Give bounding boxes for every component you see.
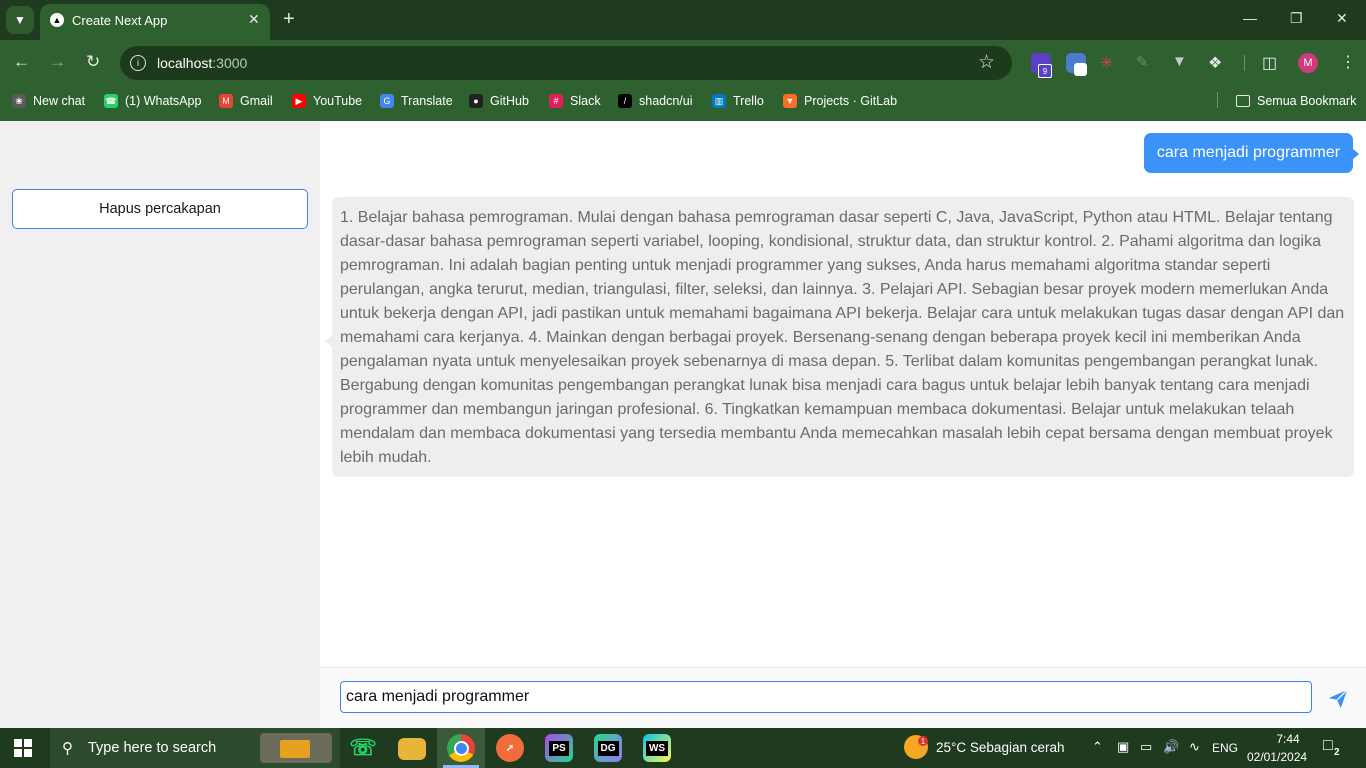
bookmark-label: New chat	[33, 94, 86, 108]
whatsapp-taskbar-icon[interactable]: ☏	[349, 734, 377, 762]
volume-icon[interactable]: 🔊	[1163, 739, 1179, 755]
message-input[interactable]	[340, 681, 1312, 713]
notification-count-badge: 2	[1334, 747, 1340, 758]
close-tab-icon[interactable]: ✕	[248, 11, 260, 28]
vue-extension-icon[interactable]: ▼	[1172, 53, 1192, 73]
assistant-message-text: 1. Belajar bahasa pemrograman. Mulai den…	[340, 209, 1345, 466]
reload-icon[interactable]: ↻	[86, 52, 100, 72]
bookmark-star-icon[interactable]: ☆	[978, 51, 995, 74]
wifi-icon[interactable]: ∿	[1189, 739, 1200, 755]
bookmark-item[interactable]: ❀ New chat	[12, 92, 85, 110]
extensions-puzzle-icon[interactable]: ❖	[1208, 53, 1228, 73]
toolbar-divider	[1244, 55, 1245, 71]
webstorm-taskbar-icon[interactable]: WS	[643, 734, 671, 762]
bookmark-item[interactable]: ▥ Trello	[712, 92, 764, 110]
translate-icon: G	[380, 94, 394, 108]
bookmark-label: Trello	[733, 94, 764, 108]
slack-icon: #	[549, 94, 563, 108]
windows-start-icon[interactable]	[14, 739, 32, 757]
bookmark-label: YouTube	[313, 94, 363, 108]
bookmarks-folder-label: Semua Bookmark	[1257, 94, 1357, 108]
eye-slash-extension-icon[interactable]: ✳	[1100, 53, 1120, 73]
language-indicator[interactable]: ENG	[1212, 741, 1238, 755]
notification-center-icon[interactable]: □	[1323, 737, 1333, 755]
bookmark-label: (1) WhatsApp	[125, 94, 202, 108]
taskbar-search-placeholder: Type here to search	[88, 740, 217, 756]
more-menu-icon[interactable]: ⋮	[1340, 52, 1356, 72]
openai-icon: ❀	[12, 94, 26, 108]
clear-conversation-button[interactable]: Hapus percakapan	[12, 189, 308, 229]
bookmark-label: Projects · GitLab	[804, 94, 898, 108]
gitlab-icon: ▼	[783, 94, 797, 108]
back-arrow-icon[interactable]: ←	[13, 52, 30, 72]
bookmark-label: GitHub	[490, 94, 529, 108]
url-text[interactable]: localhost:3000	[157, 55, 247, 71]
extension-badge: 9	[1038, 64, 1052, 78]
github-icon: ●	[469, 94, 483, 108]
side-panel-icon[interactable]: ◫	[1262, 53, 1282, 73]
forward-arrow-icon[interactable]: →	[49, 52, 66, 72]
battery-icon[interactable]: ▭	[1140, 739, 1152, 755]
gmail-icon: M	[219, 94, 233, 108]
restore-window-icon[interactable]: ❐	[1290, 10, 1303, 27]
bookmarks-divider	[1217, 92, 1218, 108]
bookmark-item[interactable]: / shadcn/ui	[618, 92, 693, 110]
chevron-down-icon: ▼	[14, 13, 26, 27]
all-bookmarks-folder[interactable]: Semua Bookmark	[1236, 92, 1356, 110]
url-host: localhost	[157, 55, 213, 71]
show-hidden-icons-chevron-up-icon[interactable]: ⌃	[1092, 739, 1103, 755]
minimize-window-icon[interactable]: —	[1243, 10, 1257, 26]
bookmark-label: Translate	[401, 94, 453, 108]
folder-icon	[1236, 95, 1250, 107]
weather-badge: 1	[918, 736, 928, 746]
new-tab-plus-icon[interactable]: +	[283, 8, 295, 31]
assistant-bubble-tail	[325, 335, 332, 347]
search-highlight-image	[260, 733, 332, 763]
meet-now-icon[interactable]: ▣	[1117, 739, 1129, 755]
bookmark-item[interactable]: M Gmail	[219, 92, 273, 110]
bookmark-label: Slack	[570, 94, 601, 108]
file-explorer-taskbar-icon[interactable]	[398, 738, 426, 760]
site-info-icon[interactable]: i	[130, 55, 146, 71]
extension-overlay	[1074, 63, 1087, 76]
bookmark-item[interactable]: ● GitHub	[469, 92, 529, 110]
phpstorm-taskbar-icon[interactable]: PS	[545, 734, 573, 762]
nextjs-favicon-icon: ▲	[50, 13, 64, 27]
bookmark-item[interactable]: # Slack	[549, 92, 601, 110]
user-bubble-tail	[1352, 148, 1359, 160]
postman-taskbar-icon[interactable]: ➚	[496, 734, 524, 762]
bookmark-item[interactable]: ▶ YouTube	[292, 92, 362, 110]
address-bar[interactable]	[120, 46, 1012, 80]
chrome-taskbar-icon[interactable]	[447, 734, 475, 762]
bookmark-label: shadcn/ui	[639, 94, 693, 108]
clock-time[interactable]: 7:44	[1268, 732, 1308, 746]
bookmark-item[interactable]: G Translate	[380, 92, 453, 110]
weather-text[interactable]: 25°C Sebagian cerah	[936, 740, 1065, 755]
send-icon[interactable]	[1327, 688, 1349, 710]
search-icon: ⚲	[62, 740, 73, 757]
trello-icon: ▥	[712, 94, 726, 108]
bookmark-label: Gmail	[240, 94, 273, 108]
whatsapp-icon: ☎	[104, 94, 118, 108]
close-window-icon[interactable]: ✕	[1336, 10, 1348, 27]
tab-search-button[interactable]: ▼	[6, 6, 34, 34]
shadcn-icon: /	[618, 94, 632, 108]
youtube-icon: ▶	[292, 94, 306, 108]
datagrip-taskbar-icon[interactable]: DG	[594, 734, 622, 762]
profile-avatar[interactable]: M	[1298, 53, 1318, 73]
user-message-bubble: cara menjadi programmer	[1144, 133, 1353, 173]
url-port: :3000	[212, 55, 248, 71]
tab-title: Create Next App	[72, 13, 168, 28]
bookmark-item[interactable]: ☎ (1) WhatsApp	[104, 92, 201, 110]
bookmark-item[interactable]: ▼ Projects · GitLab	[783, 92, 897, 110]
pen-extension-icon[interactable]: ✎	[1136, 53, 1156, 73]
clock-date[interactable]: 02/01/2024	[1247, 750, 1307, 764]
